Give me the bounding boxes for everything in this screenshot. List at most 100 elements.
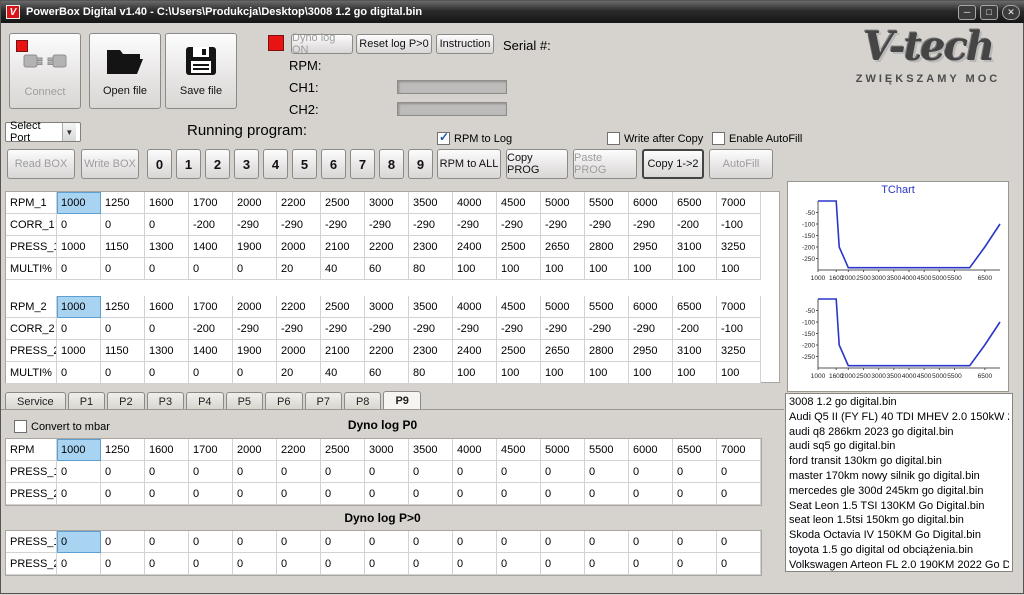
num-button-3[interactable]: 3 — [234, 149, 259, 179]
table-cell[interactable]: 0 — [145, 531, 189, 553]
table-cell[interactable]: 0 — [57, 553, 101, 575]
table-cell[interactable]: 2500 — [321, 192, 365, 214]
table-cell[interactable]: -290 — [497, 318, 541, 340]
table-cell[interactable]: 2800 — [585, 340, 629, 362]
table-cell[interactable]: 0 — [145, 318, 189, 340]
copy-1-to-2-button[interactable]: Copy 1->2 — [642, 149, 704, 179]
table-cell[interactable]: 20 — [277, 362, 321, 384]
table-cell[interactable]: 0 — [321, 531, 365, 553]
autofill-button[interactable]: AutoFill — [709, 149, 773, 179]
table-cell[interactable]: 0 — [497, 531, 541, 553]
tab-p4[interactable]: P4 — [186, 392, 223, 410]
table-cell[interactable]: 0 — [321, 461, 365, 483]
file-list-item[interactable]: ford transit 130km go digital.bin — [789, 454, 1009, 469]
table-cell[interactable]: 0 — [277, 531, 321, 553]
table-cell[interactable]: 0 — [101, 214, 145, 236]
table-cell[interactable]: 40 — [321, 258, 365, 280]
table-cell[interactable]: 1000 — [57, 296, 101, 318]
file-list-item[interactable]: mercedes gle 300d 245km go digital.bin — [789, 484, 1009, 499]
table-cell[interactable]: -200 — [673, 214, 717, 236]
table-cell[interactable]: -200 — [673, 318, 717, 340]
read-box-button[interactable]: Read BOX — [7, 149, 75, 179]
table-cell[interactable]: 4500 — [497, 439, 541, 461]
table-cell[interactable]: 1900 — [233, 236, 277, 258]
table-cell[interactable]: 1150 — [101, 340, 145, 362]
table-cell[interactable]: 0 — [145, 483, 189, 505]
table-cell[interactable]: 3000 — [365, 439, 409, 461]
table-cell[interactable]: 1000 — [57, 340, 101, 362]
table-cell[interactable]: 0 — [453, 553, 497, 575]
table-cell[interactable]: 0 — [57, 483, 101, 505]
table-cell[interactable]: 0 — [585, 483, 629, 505]
table-cell[interactable]: 100 — [541, 362, 585, 384]
table-cell[interactable]: -290 — [233, 214, 277, 236]
table-cell[interactable]: 1600 — [145, 192, 189, 214]
table-cell[interactable]: 2200 — [277, 439, 321, 461]
table-cell[interactable]: 0 — [541, 531, 585, 553]
table-cell[interactable]: 0 — [145, 553, 189, 575]
table-cell[interactable]: 3100 — [673, 236, 717, 258]
num-button-9[interactable]: 9 — [408, 149, 433, 179]
file-list-item[interactable]: audi q8 286km 2023 go digital.bin — [789, 425, 1009, 440]
table-cell[interactable]: 5500 — [585, 296, 629, 318]
table-cell[interactable]: 5500 — [585, 192, 629, 214]
table-cell[interactable]: 3250 — [717, 236, 761, 258]
table-cell[interactable]: 5000 — [541, 296, 585, 318]
table-cell[interactable]: 100 — [497, 258, 541, 280]
table-cell[interactable]: 0 — [233, 483, 277, 505]
table-cell[interactable]: 2200 — [277, 192, 321, 214]
table-cell[interactable]: 2500 — [497, 340, 541, 362]
maximize-button[interactable]: □ — [980, 5, 998, 20]
tab-p1[interactable]: P1 — [68, 392, 105, 410]
table-cell[interactable]: 100 — [629, 362, 673, 384]
connect-button[interactable]: Connect — [9, 33, 81, 109]
table-cell[interactable]: 60 — [365, 258, 409, 280]
num-button-8[interactable]: 8 — [379, 149, 404, 179]
table-cell[interactable]: 2400 — [453, 340, 497, 362]
table-cell[interactable]: 1300 — [145, 340, 189, 362]
table-cell[interactable]: 0 — [189, 461, 233, 483]
table-cell[interactable]: 0 — [497, 483, 541, 505]
table-cell[interactable]: -290 — [453, 214, 497, 236]
table-cell[interactable]: -290 — [321, 214, 365, 236]
table-cell[interactable]: 2100 — [321, 236, 365, 258]
table-cell[interactable]: 3500 — [409, 296, 453, 318]
table-cell[interactable]: 0 — [145, 214, 189, 236]
table-cell[interactable]: 1700 — [189, 296, 233, 318]
table-cell[interactable]: 2500 — [321, 439, 365, 461]
num-button-6[interactable]: 6 — [321, 149, 346, 179]
table-cell[interactable]: 0 — [453, 483, 497, 505]
table-cell[interactable]: 0 — [233, 531, 277, 553]
table-cell[interactable]: 2500 — [321, 296, 365, 318]
dyno-log-on-button[interactable]: Dyno log ON — [291, 34, 353, 54]
table-cell[interactable]: 0 — [101, 553, 145, 575]
table-cell[interactable]: -290 — [277, 318, 321, 340]
table-cell[interactable]: 100 — [717, 258, 761, 280]
table-cell[interactable]: 1900 — [233, 340, 277, 362]
table-cell[interactable]: 0 — [101, 461, 145, 483]
file-list-item[interactable]: Skoda Octavia IV 150KM Go Digital.bin — [789, 528, 1009, 543]
num-button-4[interactable]: 4 — [263, 149, 288, 179]
reset-log-button[interactable]: Reset log P>0 — [356, 34, 432, 54]
table-cell[interactable]: -290 — [585, 318, 629, 340]
table-cell[interactable]: 2100 — [321, 340, 365, 362]
table-cell[interactable]: 5000 — [541, 192, 585, 214]
tab-p7[interactable]: P7 — [305, 392, 342, 410]
table-cell[interactable]: 1300 — [145, 236, 189, 258]
file-list-item[interactable]: seat leon 1.5tsi 150km go digital.bin — [789, 513, 1009, 528]
table-cell[interactable]: 0 — [585, 553, 629, 575]
table-cell[interactable]: 100 — [673, 362, 717, 384]
table-cell[interactable]: 1250 — [101, 439, 145, 461]
table-cell[interactable]: -100 — [717, 214, 761, 236]
tab-p3[interactable]: P3 — [147, 392, 184, 410]
table-cell[interactable]: 0 — [145, 258, 189, 280]
table-cell[interactable]: 3500 — [409, 439, 453, 461]
tab-p6[interactable]: P6 — [265, 392, 302, 410]
table-cell[interactable]: 0 — [233, 553, 277, 575]
num-button-1[interactable]: 1 — [176, 149, 201, 179]
table-cell[interactable]: 1250 — [101, 296, 145, 318]
table-cell[interactable]: 6500 — [673, 192, 717, 214]
table-cell[interactable]: 2300 — [409, 236, 453, 258]
table-cell[interactable]: 0 — [585, 461, 629, 483]
table-cell[interactable]: -290 — [629, 318, 673, 340]
